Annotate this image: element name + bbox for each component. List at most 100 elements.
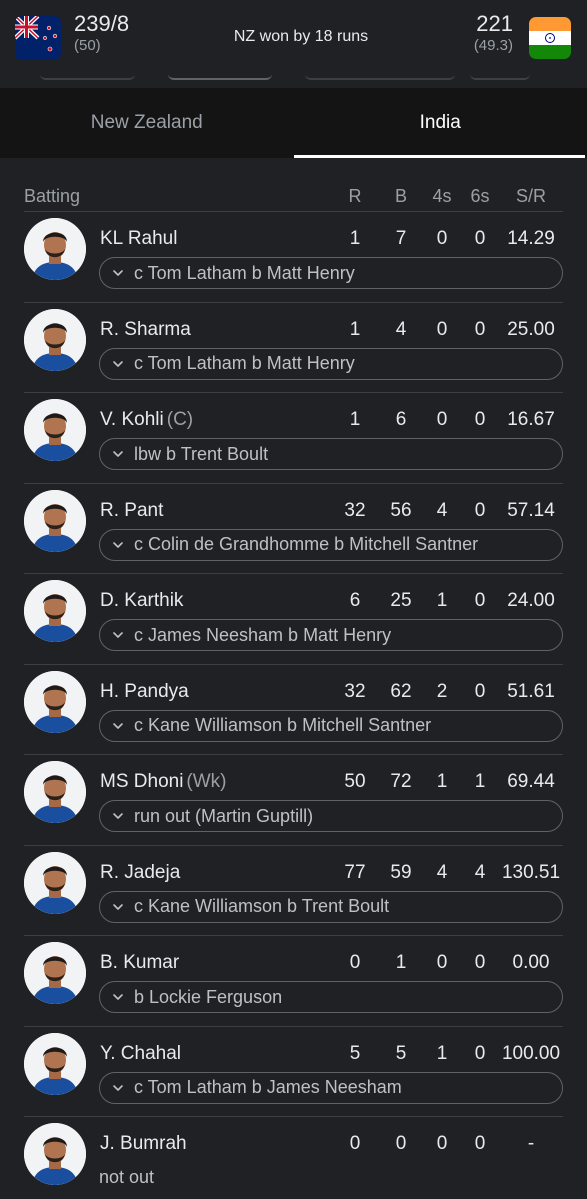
fours: 1 <box>436 771 448 792</box>
dismissal-toggle[interactable]: c Colin de Grandhomme b Mitchell Santner <box>99 528 563 561</box>
fours: 1 <box>436 590 448 611</box>
dismissal-toggle[interactable]: c Kane Williamson b Mitchell Santner <box>99 709 563 742</box>
player-name: D. Karthik <box>100 590 186 612</box>
runs: 32 <box>344 499 366 521</box>
batting-list: KL Rahul 1 7 0 0 14.29 c Tom Latham b Ma… <box>0 212 587 1199</box>
not-out-label: not out <box>99 1167 155 1187</box>
balls: 59 <box>390 861 412 883</box>
player-name-text: MS Dhoni <box>100 771 184 792</box>
fours: 0 <box>436 952 448 973</box>
strike-rate: 51.61 <box>507 680 555 702</box>
dismissal-text: c Tom Latham b James Neesham <box>134 1077 402 1097</box>
chevron-down-icon <box>113 451 123 457</box>
balls: 7 <box>395 228 407 249</box>
runs: 50 <box>344 771 366 792</box>
chevron-down-icon <box>113 813 123 819</box>
runs: 6 <box>349 590 361 611</box>
dismissal-text: lbw b Trent Boult <box>134 443 269 464</box>
player-name-text: D. Karthik <box>100 590 184 611</box>
player-avatar <box>24 308 86 371</box>
player-role: (Wk) <box>186 771 227 792</box>
player-name-text: V. Kohli <box>100 409 164 430</box>
chevron-down-icon <box>113 722 123 729</box>
balls: 0 <box>395 1133 407 1154</box>
dismissal-toggle[interactable]: lbw b Trent Boult <box>99 438 563 470</box>
player-row-0: KL Rahul 1 7 0 0 14.29 c Tom Latham b Ma… <box>24 212 563 303</box>
player-avatar <box>24 489 86 552</box>
balls: 25 <box>390 590 412 611</box>
dismissal-toggle[interactable]: b Lockie Ferguson <box>99 981 563 1013</box>
fours: 1 <box>436 1042 448 1064</box>
batting-title: Batting <box>24 186 81 206</box>
chevron-down-icon <box>113 541 123 548</box>
balls: 1 <box>395 952 407 973</box>
player-row-10: J. Bumrah 0 0 0 0 - not out <box>24 1117 563 1199</box>
player-row-6: MS Dhoni (Wk) 50 72 1 1 69.44 run out (Ma… <box>24 755 563 846</box>
player-row-8: B. Kumar 0 1 0 0 0.00 b Lockie Ferguson <box>24 936 563 1027</box>
player-name: KL Rahul <box>100 228 180 250</box>
dismissal-toggle[interactable]: c Tom Latham b Matt Henry <box>99 257 563 289</box>
tab-new-zealand[interactable]: New Zealand <box>0 88 294 158</box>
fours: 4 <box>436 499 448 521</box>
player-row-3: R. Pant 32 56 4 0 57.14 c Colin de Grand… <box>24 484 563 574</box>
player-avatar <box>24 580 86 642</box>
runs: 1 <box>349 409 361 430</box>
player-row-7: R. Jadeja 77 59 4 4 130.51 c Kane Willia… <box>24 846 563 936</box>
dismissal-toggle[interactable]: run out (Martin Guptill) <box>99 800 563 832</box>
chevron-down-icon <box>113 1084 123 1091</box>
player-name-text: Y. Chahal <box>100 1042 181 1064</box>
player-row-1: R. Sharma 1 4 0 0 25.00 c Tom Latham b M… <box>24 303 563 393</box>
col-balls: B <box>394 186 407 206</box>
strike-rate: 16.67 <box>507 409 555 430</box>
player-row-2: V. Kohli (C) 1 6 0 0 16.67 lbw b Trent Bo… <box>24 393 563 484</box>
balls: 6 <box>395 409 407 430</box>
team-tabs: New Zealand India <box>0 88 587 158</box>
fours: 0 <box>436 318 448 340</box>
player-row-5: H. Pandya 32 62 2 0 51.61 c Kane William… <box>24 665 563 755</box>
player-avatar <box>24 942 86 1004</box>
balls: 5 <box>395 1042 407 1064</box>
runs: 0 <box>349 1133 361 1154</box>
chevron-down-icon <box>113 360 123 367</box>
dismissal-text: c Tom Latham b Matt Henry <box>134 262 355 283</box>
carousel-strip <box>0 72 587 82</box>
player-avatar <box>24 1123 86 1185</box>
strike-rate: 0.00 <box>512 952 550 973</box>
player-row-4: D. Karthik 6 25 1 0 24.00 c James Neesha… <box>24 574 563 665</box>
col-fours: 4s <box>432 186 452 206</box>
dismissal-text: c Colin de Grandhomme b Mitchell Santner <box>134 534 479 554</box>
match-header: 239/8 (50) NZ won by 18 runs 221 (49.3) <box>0 0 587 88</box>
strike-rate: 24.00 <box>507 590 555 611</box>
runs: 1 <box>349 228 361 249</box>
strike-rate: 14.29 <box>507 228 555 249</box>
player-name-text: R. Sharma <box>100 318 191 340</box>
dismissal-toggle[interactable]: c James Neesham b Matt Henry <box>99 619 563 651</box>
balls: 4 <box>395 318 407 340</box>
india-flag-icon <box>529 17 571 59</box>
fours: 0 <box>436 409 448 430</box>
dismissal-toggle[interactable]: c Kane Williamson b Trent Boult <box>99 890 563 923</box>
dismissal-text: c James Neesham b Matt Henry <box>134 624 392 645</box>
chevron-down-icon <box>113 632 123 638</box>
tab-india[interactable]: India <box>293 88 587 158</box>
fours: 2 <box>436 680 448 702</box>
player-name: V. Kohli (C) <box>100 409 193 431</box>
dismissal-text: run out (Martin Guptill) <box>134 805 314 826</box>
runs: 0 <box>349 952 361 973</box>
player-name: MS Dhoni (Wk) <box>100 771 227 793</box>
team2-overs: (49.3) <box>473 37 513 54</box>
runs: 77 <box>344 861 366 883</box>
player-avatar <box>24 218 86 280</box>
player-name-text: KL Rahul <box>100 228 178 249</box>
col-runs: R <box>348 186 362 206</box>
balls: 72 <box>390 771 412 792</box>
player-name-text: H. Pandya <box>100 680 189 702</box>
balls: 56 <box>390 499 412 521</box>
dismissal-text: c Kane Williamson b Trent Boult <box>134 896 390 916</box>
dismissal-toggle[interactable]: c Tom Latham b James Neesham <box>99 1071 563 1104</box>
chevron-down-icon <box>113 903 123 910</box>
runs: 32 <box>344 680 366 702</box>
dismissal-toggle[interactable]: c Tom Latham b Matt Henry <box>99 347 563 380</box>
strike-rate: 25.00 <box>507 318 555 340</box>
fours: 0 <box>436 1133 448 1154</box>
